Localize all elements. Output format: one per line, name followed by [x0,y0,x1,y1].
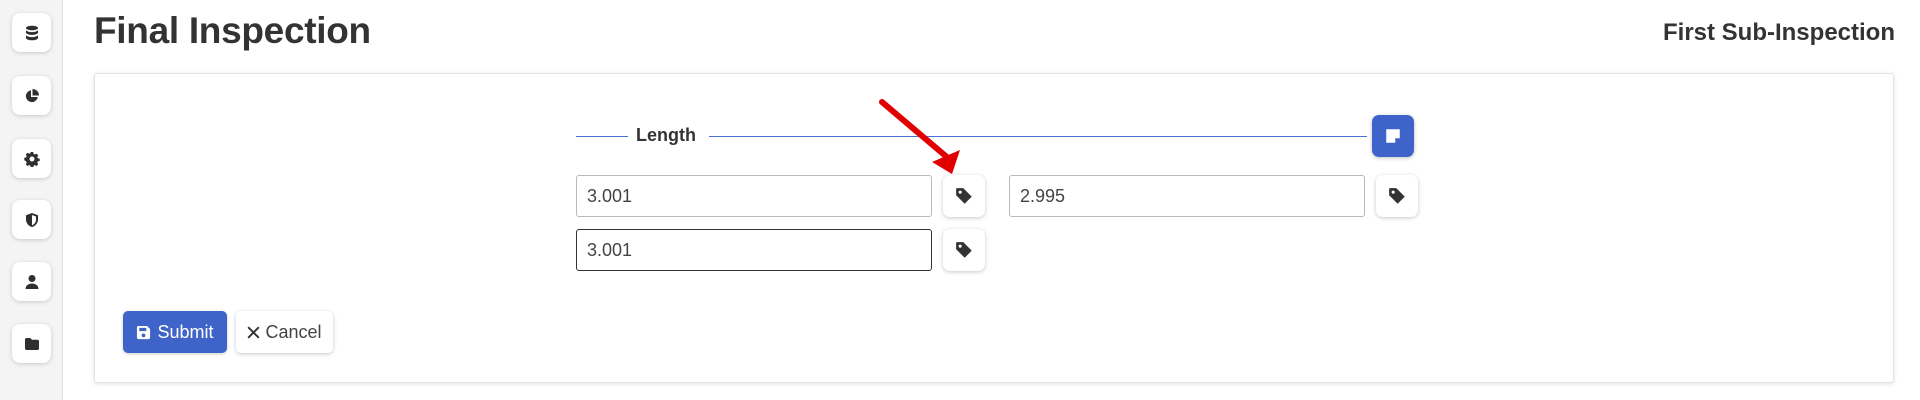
sidebar-item-settings[interactable] [12,139,51,178]
page-title: Final Inspection [94,10,371,51]
sticky-note-icon [1386,129,1400,143]
page-subtitle: First Sub-Inspection [1662,19,1895,46]
measurement-input-1[interactable] [576,175,932,217]
shield-icon [25,212,38,227]
folder-icon [24,337,39,350]
user-icon [25,274,38,289]
tag-icon [956,242,972,258]
cancel-label: Cancel [265,321,322,342]
submit-button[interactable]: Submit [123,311,227,353]
measurement-input-2[interactable] [1009,175,1365,217]
sidebar-item-database[interactable] [12,13,51,52]
inspection-card [94,73,1894,383]
sidebar-item-users[interactable] [12,262,51,301]
submit-label: Submit [157,321,214,342]
database-icon [25,25,38,40]
tag-icon [1389,188,1405,204]
section-divider-right [709,136,1367,137]
close-icon [247,325,260,339]
sidebar-item-security[interactable] [12,200,51,239]
tag-button-3[interactable] [943,229,985,271]
sidebar-item-reports[interactable] [12,76,51,115]
cancel-button[interactable]: Cancel [236,311,333,353]
measurement-input-3[interactable] [576,229,932,271]
sidebar-item-files[interactable] [12,324,51,363]
tag-button-2[interactable] [1376,175,1418,217]
add-note-button[interactable] [1372,115,1414,157]
tag-button-1[interactable] [943,175,985,217]
annotation-arrow [879,99,960,174]
sidebar [0,0,63,400]
section-label: Length [636,125,696,145]
save-icon [137,325,151,339]
section-divider-left [576,136,628,137]
pie-chart-icon [25,88,39,102]
gear-icon [23,151,40,167]
tag-icon [956,188,972,204]
